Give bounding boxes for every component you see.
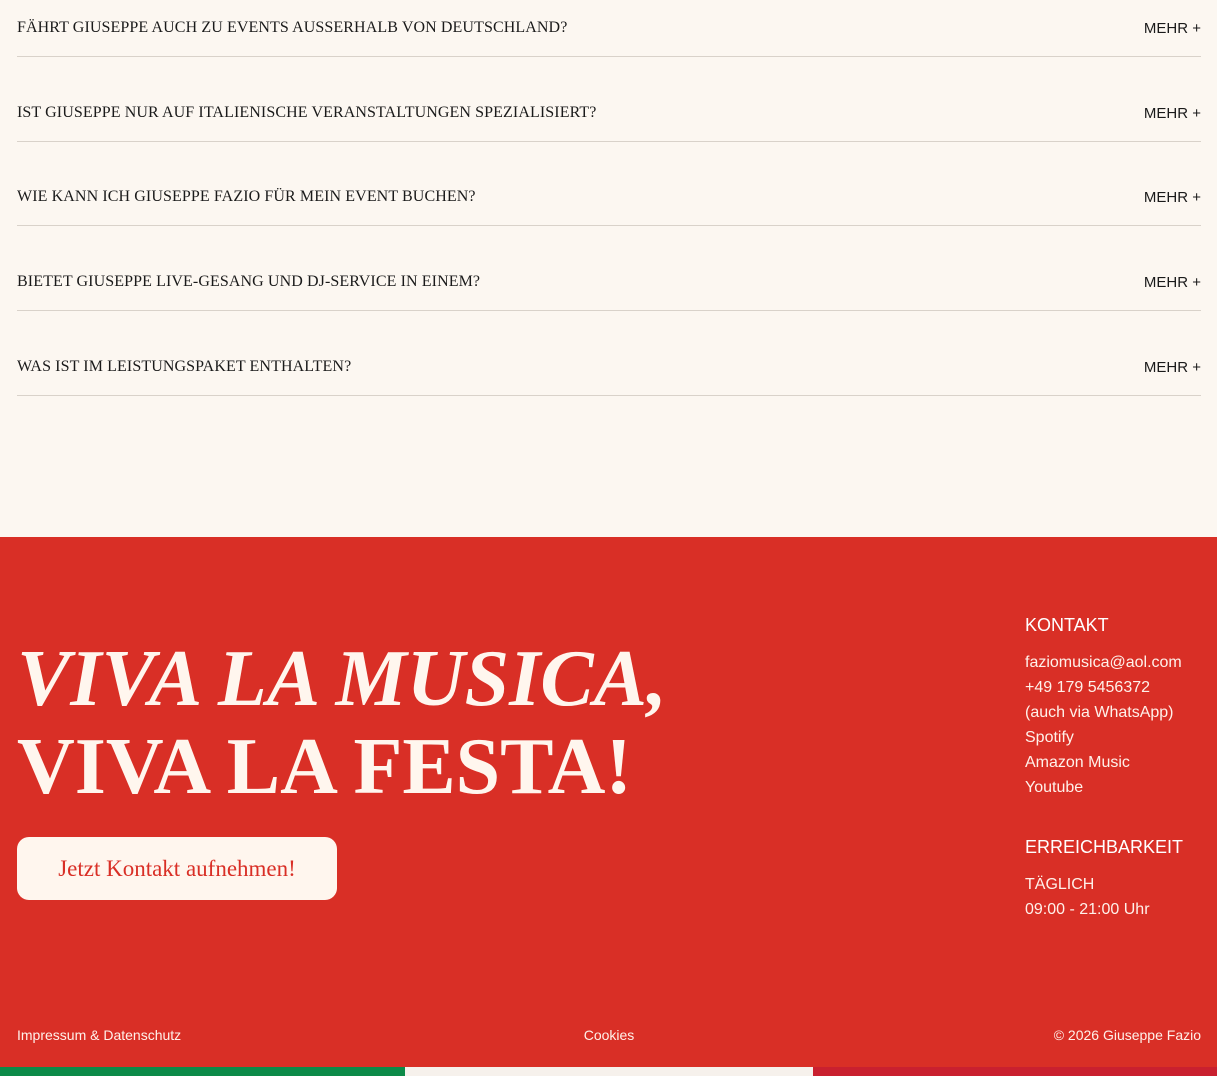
italian-flag-strip bbox=[0, 1067, 1217, 1076]
faq-question: Fährt Giuseppe auch zu Events außerhalb … bbox=[17, 19, 568, 36]
email-link[interactable]: faziomusica@aol.com bbox=[1025, 650, 1210, 675]
copyright: © 2026 Giuseppe Fazio bbox=[1053, 1027, 1201, 1043]
faq-more-toggle[interactable]: MEHR + bbox=[1144, 274, 1201, 291]
faq-section: Fährt Giuseppe auch zu Events außerhalb … bbox=[0, 0, 1217, 537]
faq-question: Ist Giuseppe nur auf italienische Verans… bbox=[17, 104, 597, 121]
faq-more-toggle[interactable]: MEHR + bbox=[1144, 20, 1201, 37]
phone-link[interactable]: +49 179 5456372 bbox=[1025, 675, 1210, 700]
availability-days: TÄGLICH bbox=[1025, 876, 1095, 893]
faq-item[interactable]: Wie kann ich Giuseppe Fazio für mein Eve… bbox=[17, 169, 1201, 226]
site-footer: VIVA LA MUSICA, VIVA LA FESTA! Jetzt Kon… bbox=[0, 537, 1217, 1067]
faq-item[interactable]: Was ist im Leistungspaket enthalten? MEH… bbox=[17, 339, 1201, 396]
flag-green-stripe bbox=[0, 1067, 405, 1076]
faq-more-toggle[interactable]: MEHR + bbox=[1144, 189, 1201, 206]
faq-more-toggle[interactable]: MEHR + bbox=[1144, 359, 1201, 376]
spotify-link[interactable]: Spotify bbox=[1025, 725, 1210, 750]
faq-question: Bietet Giuseppe Live-Gesang und DJ-Servi… bbox=[17, 273, 481, 290]
amazon-music-link[interactable]: Amazon Music bbox=[1025, 750, 1210, 775]
availability-time: 09:00 - 21:00 Uhr bbox=[1025, 901, 1150, 918]
contact-cta-button[interactable]: Jetzt Kontakt aufnehmen! bbox=[17, 837, 337, 900]
flag-red-stripe bbox=[813, 1067, 1217, 1076]
headline-line-2: VIVA LA FESTA! bbox=[17, 723, 632, 811]
faq-question: Was ist im Leistungspaket enthalten? bbox=[17, 358, 352, 375]
faq-more-toggle[interactable]: MEHR + bbox=[1144, 105, 1201, 122]
footer-headline: VIVA LA MUSICA, VIVA LA FESTA! bbox=[17, 635, 667, 811]
contact-column: KONTAKT faziomusica@aol.com +49 179 5456… bbox=[1025, 615, 1210, 800]
faq-item[interactable]: Ist Giuseppe nur auf italienische Verans… bbox=[17, 85, 1201, 142]
contact-title: KONTAKT bbox=[1025, 615, 1109, 635]
youtube-link[interactable]: Youtube bbox=[1025, 775, 1210, 800]
faq-item[interactable]: Bietet Giuseppe Live-Gesang und DJ-Servi… bbox=[17, 254, 1201, 311]
flag-white-stripe bbox=[405, 1067, 813, 1076]
legal-link[interactable]: Impressum & Datenschutz bbox=[17, 1027, 181, 1043]
footer-bottom-bar: Impressum & Datenschutz Cookies © 2026 G… bbox=[17, 1027, 1201, 1043]
cookies-link[interactable]: Cookies bbox=[584, 1027, 635, 1043]
faq-question: Wie kann ich Giuseppe Fazio für mein Eve… bbox=[17, 188, 476, 205]
faq-item[interactable]: Fährt Giuseppe auch zu Events außerhalb … bbox=[17, 0, 1201, 57]
phone-note: (auch via WhatsApp) bbox=[1025, 704, 1174, 721]
headline-line-1: VIVA LA MUSICA, bbox=[17, 635, 667, 723]
availability-column: ERREICHBARKEIT TÄGLICH 09:00 - 21:00 Uhr bbox=[1025, 837, 1210, 922]
availability-title: ERREICHBARKEIT bbox=[1025, 837, 1184, 857]
